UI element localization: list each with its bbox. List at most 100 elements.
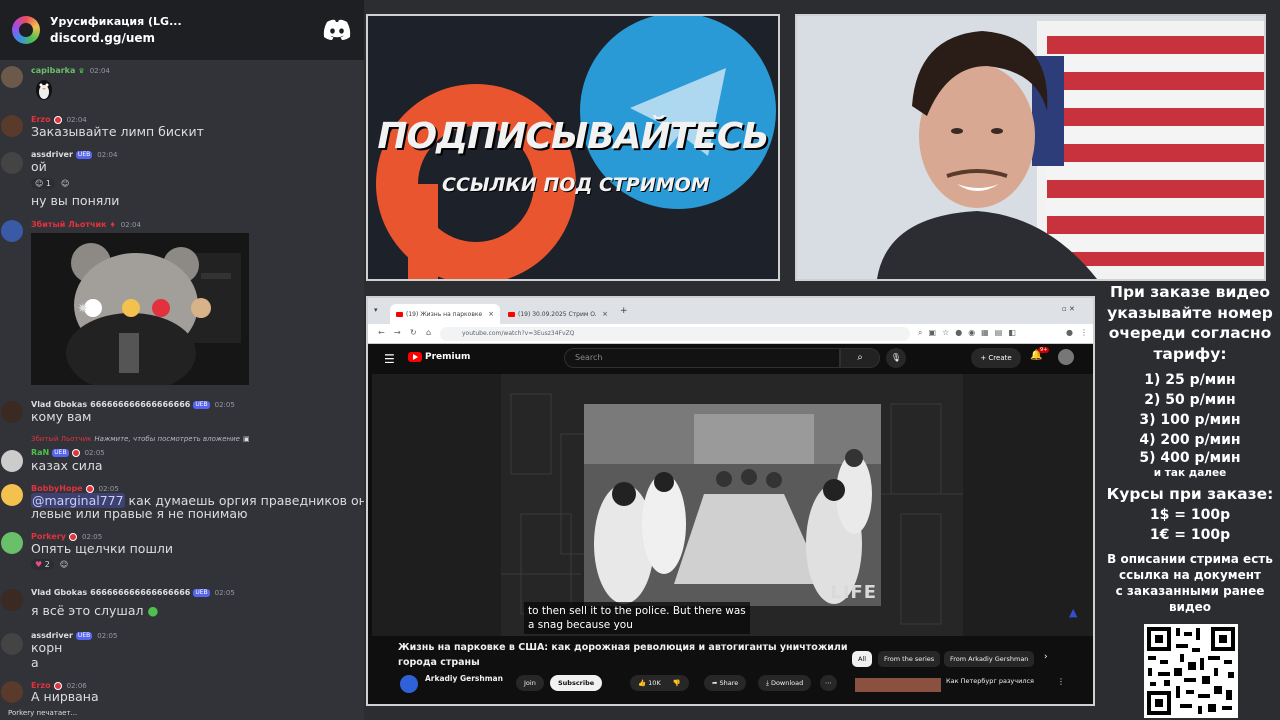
avatar[interactable] <box>1 450 23 472</box>
price-tier: 4) 200 р/мин <box>1139 432 1241 448</box>
message-text: казах сила <box>31 458 103 473</box>
description-line: ссылка на документ <box>1119 567 1261 582</box>
timestamp: 02:05 <box>214 400 235 409</box>
username[interactable]: Vlad Gbokas <box>31 588 87 597</box>
message-text-part: я всё это слушал <box>31 603 144 618</box>
channel-watermark-icon[interactable]: ▲ <box>1069 606 1077 619</box>
channel-name[interactable]: Arkadiy Gershman <box>425 674 503 683</box>
username[interactable]: capibarka <box>31 66 75 75</box>
home-icon[interactable]: ⌂ <box>426 328 431 337</box>
timestamp: 02:04 <box>66 115 87 124</box>
avatar[interactable] <box>1 532 23 554</box>
search-input[interactable]: Search <box>564 348 840 368</box>
account-avatar[interactable] <box>1058 349 1074 365</box>
search-button[interactable]: ⌕ <box>840 348 880 368</box>
emoji-icon: ☺ <box>35 178 44 188</box>
youtube-logo[interactable]: Premium <box>408 352 470 362</box>
username[interactable]: assdriver <box>31 631 73 640</box>
avatar[interactable] <box>1 681 23 703</box>
download-button[interactable]: ⤓ Download <box>758 675 812 691</box>
discord-chat-overlay: Урусификация (LG... discord.gg/uem capib… <box>0 0 364 720</box>
menu-kebab-icon[interactable]: ⋮ <box>1057 677 1065 686</box>
globe-emoji-icon: ● <box>147 603 159 618</box>
timestamp: 02:05 <box>97 631 118 640</box>
add-reaction-icon[interactable]: ☺ <box>61 179 69 188</box>
video-player[interactable]: LIFE to then sell it to the police. But … <box>372 374 1093 636</box>
message-text: а <box>31 655 39 670</box>
download-label: Download <box>770 679 804 687</box>
recommended-video-title[interactable]: Как Петербург разучился <box>946 677 1034 685</box>
close-tab-icon[interactable]: × <box>602 310 608 318</box>
reply-preview[interactable]: Збитый Льотчик Нажмите, чтобы посмотреть… <box>31 435 250 443</box>
avatar[interactable] <box>1 115 23 137</box>
new-tab-icon[interactable]: + <box>620 306 628 316</box>
username[interactable]: BobbyHope <box>31 484 83 493</box>
price-tier: 1) 25 р/мин <box>1144 372 1236 388</box>
chip-from-the-series[interactable]: From the series <box>878 651 941 667</box>
timestamp: 02:05 <box>82 532 103 541</box>
message-text: ну вы поняли <box>31 193 120 208</box>
username[interactable]: Porkery <box>31 532 66 541</box>
reply-username: Збитый Льотчик <box>31 435 92 443</box>
join-button[interactable]: Join <box>516 675 544 691</box>
crown-icon: ♛ <box>78 66 85 75</box>
gif-attachment[interactable]: ✷ <box>31 233 249 385</box>
share-icon: ➦ <box>712 679 718 687</box>
server-invite-link[interactable]: discord.gg/uem <box>50 31 312 45</box>
tab-title: (19) Жизнь на парковке в США... <box>406 310 484 318</box>
tab-list-icon[interactable]: ▾ <box>374 306 378 314</box>
timestamp: 02:04 <box>120 220 141 229</box>
life-watermark-logo: LIFE <box>830 582 877 603</box>
reaction-pill[interactable]: ♥ 2 <box>31 558 54 570</box>
more-actions-button[interactable]: ⋯ <box>820 675 837 691</box>
username[interactable]: Vlad Gbokas <box>31 400 87 409</box>
profile-icon[interactable]: ● <box>1066 328 1073 337</box>
subscribe-button[interactable]: Subscribe <box>550 675 603 691</box>
chevron-right-icon[interactable]: › <box>1044 652 1048 662</box>
microphone-icon: 🎙 <box>890 353 902 362</box>
recommended-video-thumbnail[interactable] <box>855 678 941 692</box>
url-field[interactable]: youtube.com/watch?v=3Eusz34FvZQ <box>440 327 910 341</box>
voice-search-button[interactable]: 🎙 <box>886 348 906 368</box>
username[interactable]: RaN <box>31 448 49 457</box>
youtube-favicon-icon <box>508 311 515 317</box>
back-icon[interactable]: ← <box>378 328 385 337</box>
avatar[interactable] <box>1 66 23 88</box>
browser-tab[interactable]: (19) 30.09.2025 Стрим Ольги... × <box>502 304 614 324</box>
chip-all[interactable]: All <box>852 651 873 667</box>
avatar[interactable] <box>1 589 23 611</box>
create-button[interactable]: + Create <box>971 348 1021 368</box>
extensions-icon[interactable]: ⌕▣☆●◉▦▤◧ <box>918 328 1022 338</box>
add-reaction-icon[interactable]: ☺ <box>60 560 68 569</box>
forward-icon[interactable]: → <box>394 328 401 337</box>
reaction-bar: ♥ 2 ☺ <box>31 557 68 571</box>
server-info: Урусификация (LG... discord.gg/uem <box>50 15 312 45</box>
thumbs-down-icon[interactable]: 👎 <box>673 679 681 687</box>
menu-kebab-icon[interactable]: ⋮ <box>1080 328 1088 337</box>
close-tab-icon[interactable]: × <box>488 310 494 318</box>
avatar[interactable] <box>1 633 23 655</box>
reaction-pill[interactable]: ☺ 1 <box>31 177 55 189</box>
username[interactable]: Erzo <box>31 115 51 124</box>
username[interactable]: Збитый Льотчик <box>31 220 107 229</box>
chip-from-channel[interactable]: From Arkadiy Gershman <box>944 651 1035 667</box>
avatar[interactable] <box>1 401 23 423</box>
avatar[interactable] <box>1 484 23 506</box>
emoji-icon: ♥ <box>35 559 43 569</box>
browser-tab-active[interactable]: (19) Жизнь на парковке в США... × <box>390 304 500 324</box>
share-button[interactable]: ➦ Share <box>704 675 747 691</box>
message-text: А нирвана <box>31 689 99 704</box>
avatar[interactable] <box>1 220 23 242</box>
server-tag-badge: UEB <box>193 588 210 597</box>
description-line: В описании стрима есть <box>1107 551 1273 566</box>
channel-avatar[interactable] <box>400 675 418 693</box>
username[interactable]: assdriver <box>31 150 73 159</box>
avatar[interactable] <box>1 152 23 174</box>
reply-text: Нажмите, чтобы посмотреть вложение <box>94 435 240 443</box>
window-controls-icon[interactable]: ▫ ✕ <box>1062 305 1075 313</box>
like-button[interactable]: 👍 10K 👎 <box>630 675 689 691</box>
timestamp: 02:04 <box>97 150 118 159</box>
hamburger-menu-icon[interactable]: ☰ <box>384 352 395 366</box>
info-heading-line: При заказе видео <box>1109 283 1271 301</box>
reload-icon[interactable]: ↻ <box>410 328 417 337</box>
